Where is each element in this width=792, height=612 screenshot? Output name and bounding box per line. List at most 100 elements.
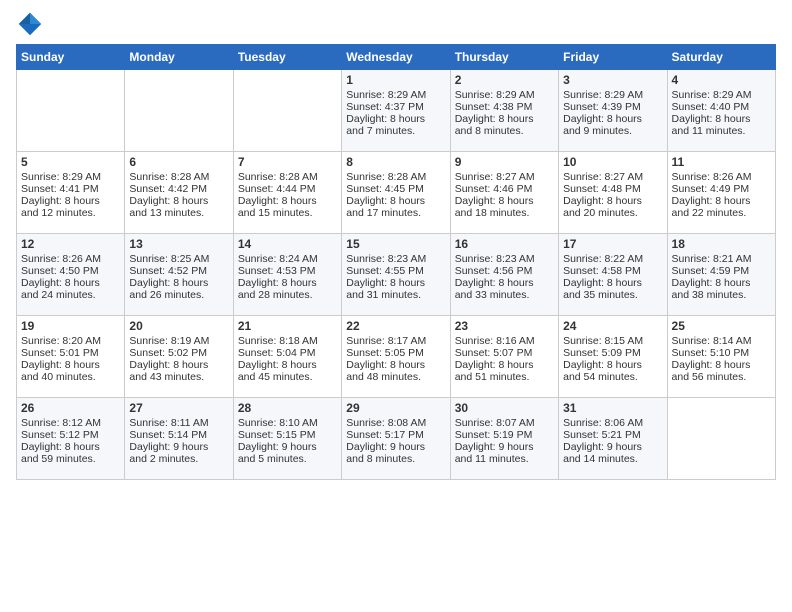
calendar-cell: 8Sunrise: 8:28 AMSunset: 4:45 PMDaylight…: [342, 152, 450, 234]
calendar-cell: 2Sunrise: 8:29 AMSunset: 4:38 PMDaylight…: [450, 70, 558, 152]
calendar-cell: 5Sunrise: 8:29 AMSunset: 4:41 PMDaylight…: [17, 152, 125, 234]
day-detail: and 11 minutes.: [672, 125, 771, 137]
calendar-cell: 15Sunrise: 8:23 AMSunset: 4:55 PMDayligh…: [342, 234, 450, 316]
day-detail: Sunrise: 8:20 AM: [21, 335, 120, 347]
day-detail: and 2 minutes.: [129, 453, 228, 465]
col-header-sunday: Sunday: [17, 45, 125, 70]
calendar-cell: 31Sunrise: 8:06 AMSunset: 5:21 PMDayligh…: [559, 398, 667, 480]
day-detail: and 54 minutes.: [563, 371, 662, 383]
calendar-cell: 17Sunrise: 8:22 AMSunset: 4:58 PMDayligh…: [559, 234, 667, 316]
day-number: 21: [238, 319, 337, 333]
day-detail: Daylight: 8 hours: [238, 277, 337, 289]
day-detail: and 13 minutes.: [129, 207, 228, 219]
day-detail: Sunset: 5:07 PM: [455, 347, 554, 359]
calendar-cell: [125, 70, 233, 152]
day-detail: Sunset: 4:50 PM: [21, 265, 120, 277]
calendar-week-5: 26Sunrise: 8:12 AMSunset: 5:12 PMDayligh…: [17, 398, 776, 480]
day-detail: Sunrise: 8:28 AM: [238, 171, 337, 183]
day-detail: Sunset: 4:59 PM: [672, 265, 771, 277]
day-detail: Daylight: 9 hours: [455, 441, 554, 453]
day-detail: Sunrise: 8:11 AM: [129, 417, 228, 429]
day-detail: and 43 minutes.: [129, 371, 228, 383]
col-header-wednesday: Wednesday: [342, 45, 450, 70]
calendar-cell: 11Sunrise: 8:26 AMSunset: 4:49 PMDayligh…: [667, 152, 775, 234]
day-detail: Sunrise: 8:14 AM: [672, 335, 771, 347]
day-number: 30: [455, 401, 554, 415]
day-detail: and 59 minutes.: [21, 453, 120, 465]
day-detail: Sunset: 4:44 PM: [238, 183, 337, 195]
calendar-week-1: 1Sunrise: 8:29 AMSunset: 4:37 PMDaylight…: [17, 70, 776, 152]
day-detail: Sunset: 4:58 PM: [563, 265, 662, 277]
calendar-cell: 20Sunrise: 8:19 AMSunset: 5:02 PMDayligh…: [125, 316, 233, 398]
day-detail: Daylight: 9 hours: [346, 441, 445, 453]
day-detail: Sunrise: 8:06 AM: [563, 417, 662, 429]
day-detail: Daylight: 8 hours: [563, 277, 662, 289]
day-number: 6: [129, 155, 228, 169]
day-detail: Sunset: 4:42 PM: [129, 183, 228, 195]
calendar-week-4: 19Sunrise: 8:20 AMSunset: 5:01 PMDayligh…: [17, 316, 776, 398]
day-detail: Sunrise: 8:27 AM: [455, 171, 554, 183]
day-detail: Daylight: 8 hours: [455, 277, 554, 289]
day-detail: Sunrise: 8:23 AM: [346, 253, 445, 265]
day-detail: Daylight: 8 hours: [21, 195, 120, 207]
day-detail: Daylight: 8 hours: [672, 195, 771, 207]
day-detail: and 14 minutes.: [563, 453, 662, 465]
calendar-cell: 7Sunrise: 8:28 AMSunset: 4:44 PMDaylight…: [233, 152, 341, 234]
day-detail: Sunrise: 8:16 AM: [455, 335, 554, 347]
calendar-cell: 19Sunrise: 8:20 AMSunset: 5:01 PMDayligh…: [17, 316, 125, 398]
calendar-cell: 16Sunrise: 8:23 AMSunset: 4:56 PMDayligh…: [450, 234, 558, 316]
calendar-cell: 12Sunrise: 8:26 AMSunset: 4:50 PMDayligh…: [17, 234, 125, 316]
day-detail: Sunset: 5:14 PM: [129, 429, 228, 441]
calendar-cell: 29Sunrise: 8:08 AMSunset: 5:17 PMDayligh…: [342, 398, 450, 480]
header: [16, 10, 776, 38]
day-detail: Sunrise: 8:27 AM: [563, 171, 662, 183]
day-detail: Daylight: 8 hours: [672, 359, 771, 371]
day-detail: Daylight: 8 hours: [672, 277, 771, 289]
day-number: 17: [563, 237, 662, 251]
day-detail: and 15 minutes.: [238, 207, 337, 219]
day-detail: Sunrise: 8:28 AM: [129, 171, 228, 183]
day-number: 29: [346, 401, 445, 415]
day-detail: Daylight: 8 hours: [455, 113, 554, 125]
day-number: 24: [563, 319, 662, 333]
day-number: 5: [21, 155, 120, 169]
day-detail: Sunrise: 8:12 AM: [21, 417, 120, 429]
calendar-cell: 4Sunrise: 8:29 AMSunset: 4:40 PMDaylight…: [667, 70, 775, 152]
calendar-cell: 26Sunrise: 8:12 AMSunset: 5:12 PMDayligh…: [17, 398, 125, 480]
day-detail: Sunset: 4:39 PM: [563, 101, 662, 113]
day-detail: Sunrise: 8:08 AM: [346, 417, 445, 429]
day-number: 25: [672, 319, 771, 333]
day-detail: Daylight: 8 hours: [21, 277, 120, 289]
day-detail: Sunrise: 8:29 AM: [672, 89, 771, 101]
calendar-cell: 24Sunrise: 8:15 AMSunset: 5:09 PMDayligh…: [559, 316, 667, 398]
day-detail: Sunset: 5:12 PM: [21, 429, 120, 441]
day-detail: Sunrise: 8:29 AM: [346, 89, 445, 101]
day-detail: and 8 minutes.: [346, 453, 445, 465]
calendar-header-row: SundayMondayTuesdayWednesdayThursdayFrid…: [17, 45, 776, 70]
day-detail: and 45 minutes.: [238, 371, 337, 383]
calendar-cell: [667, 398, 775, 480]
day-detail: Daylight: 8 hours: [238, 359, 337, 371]
day-detail: Sunrise: 8:29 AM: [455, 89, 554, 101]
calendar-cell: 21Sunrise: 8:18 AMSunset: 5:04 PMDayligh…: [233, 316, 341, 398]
day-detail: and 51 minutes.: [455, 371, 554, 383]
day-detail: and 5 minutes.: [238, 453, 337, 465]
day-number: 4: [672, 73, 771, 87]
calendar-cell: 9Sunrise: 8:27 AMSunset: 4:46 PMDaylight…: [450, 152, 558, 234]
day-detail: and 33 minutes.: [455, 289, 554, 301]
day-number: 31: [563, 401, 662, 415]
day-detail: Sunset: 5:02 PM: [129, 347, 228, 359]
day-detail: Daylight: 9 hours: [238, 441, 337, 453]
calendar-cell: 13Sunrise: 8:25 AMSunset: 4:52 PMDayligh…: [125, 234, 233, 316]
page: SundayMondayTuesdayWednesdayThursdayFrid…: [0, 0, 792, 612]
day-number: 28: [238, 401, 337, 415]
calendar-cell: 10Sunrise: 8:27 AMSunset: 4:48 PMDayligh…: [559, 152, 667, 234]
day-detail: and 38 minutes.: [672, 289, 771, 301]
day-detail: Sunset: 5:15 PM: [238, 429, 337, 441]
day-detail: Sunrise: 8:15 AM: [563, 335, 662, 347]
day-detail: Sunset: 4:48 PM: [563, 183, 662, 195]
day-detail: Daylight: 9 hours: [563, 441, 662, 453]
day-number: 27: [129, 401, 228, 415]
day-detail: and 17 minutes.: [346, 207, 445, 219]
calendar-cell: [17, 70, 125, 152]
